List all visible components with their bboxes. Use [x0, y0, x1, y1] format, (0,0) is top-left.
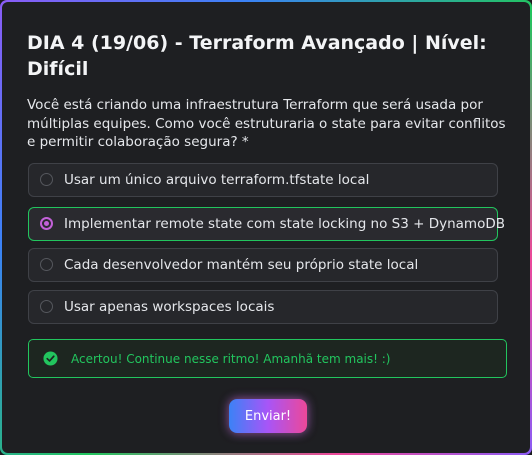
option-2[interactable]: Implementar remote state com state locki… — [28, 207, 505, 241]
option-4[interactable]: Usar apenas workspaces locais — [28, 290, 498, 324]
option-label: Usar apenas workspaces locais — [64, 299, 275, 315]
quiz-frame: DIA 4 (19/06) - Terraform Avançado | Nív… — [0, 0, 532, 455]
radio-button[interactable] — [40, 300, 53, 313]
option-label: Usar um único arquivo terraform.tfstate … — [64, 172, 370, 188]
check-circle-icon — [43, 351, 58, 366]
radio-button[interactable] — [40, 258, 53, 271]
quiz-card: DIA 4 (19/06) - Terraform Avançado | Nív… — [2, 2, 530, 453]
option-3[interactable]: Cada desenvolvedor mantém seu próprio st… — [28, 248, 498, 282]
feedback-message: Acertou! Continue nesse ritmo! Amanhã te… — [71, 352, 391, 366]
option-label: Cada desenvolvedor mantém seu próprio st… — [64, 257, 419, 273]
radio-button[interactable] — [40, 173, 53, 186]
submit-button[interactable]: Enviar! — [229, 399, 307, 433]
question-text: Você está criando uma infraestrutura Ter… — [27, 97, 506, 150]
quiz-title: DIA 4 (19/06) - Terraform Avançado | Nív… — [27, 32, 487, 80]
feedback-banner: Acertou! Continue nesse ritmo! Amanhã te… — [28, 339, 507, 378]
option-1[interactable]: Usar um único arquivo terraform.tfstate … — [28, 163, 498, 197]
radio-button-selected[interactable] — [40, 217, 53, 230]
option-label: Implementar remote state com state locki… — [64, 216, 505, 232]
